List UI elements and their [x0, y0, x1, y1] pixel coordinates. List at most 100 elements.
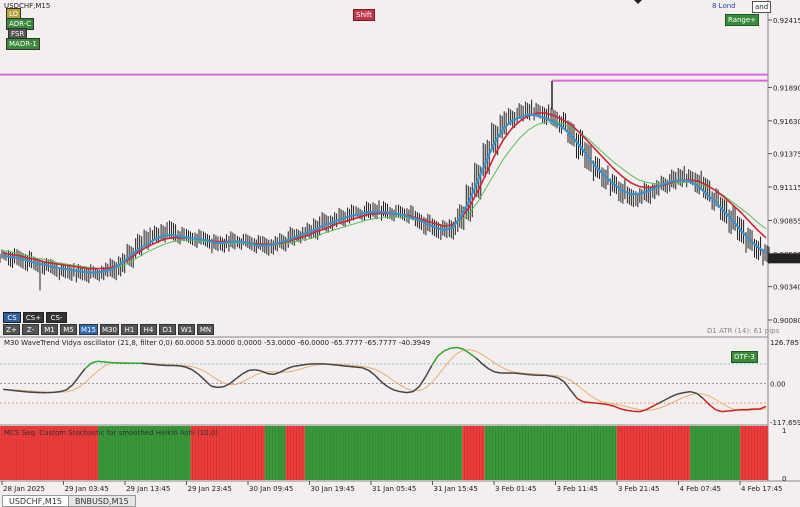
price-tick-label: 0.90855 [773, 217, 800, 225]
osc-main-segment [400, 390, 407, 394]
time-tick-label: 31 Jan 15:45 [434, 485, 478, 493]
osc-main-segment [15, 389, 22, 393]
oscillator-tick-label: -117.6591 [770, 419, 800, 427]
price-tick-label: 0.91115 [773, 184, 800, 192]
osc-main-segment [248, 369, 256, 372]
time-tick-label: 3 Feb 01:45 [495, 485, 536, 493]
price-tick-label: 0.90080 [773, 317, 800, 325]
osc-main-segment [526, 373, 533, 376]
osc-main-segment [601, 403, 609, 406]
osc-main-segment [217, 386, 224, 389]
osc-main-segment [53, 390, 60, 394]
osc-main-segment [299, 363, 306, 367]
time-tick-label: 3 Feb 21:45 [618, 485, 659, 493]
time-tick-label: 30 Jan 09:45 [249, 485, 293, 493]
cs-button-1[interactable]: CS+ [23, 312, 44, 323]
osc-main-segment [154, 363, 161, 366]
timeframe-button-z+[interactable]: Z+ [3, 324, 20, 335]
osc-main-segment [728, 409, 735, 412]
osc-main-segment [2, 388, 10, 391]
chart-tab-1[interactable]: BNBUSD,M15 [68, 495, 136, 507]
osc-main-segment [683, 390, 691, 394]
timeframe-button-mn[interactable]: MN [197, 324, 214, 335]
chart-shift-marker-icon[interactable] [634, 0, 642, 4]
osc-main-segment [494, 371, 502, 374]
cs-button-2[interactable]: CS- [46, 312, 67, 323]
osc-main-segment [589, 401, 596, 404]
osc-main-segment [330, 363, 338, 366]
osc-main-segment [343, 365, 350, 368]
oscillator-tick-label: 0.00 [770, 380, 786, 388]
time-tick-label: 29 Jan 23:45 [188, 485, 232, 493]
osc-main-segment [519, 372, 527, 376]
osc-main-segment [337, 364, 344, 367]
corner-label: and [752, 1, 772, 13]
oscillator-badge: OTF-3 [731, 351, 758, 363]
price-tick-label: 0.90340 [773, 284, 800, 292]
oscillator-title: M30 WaveTrend Vidya oscillator (21,8, fi… [4, 339, 431, 347]
time-tick-label: 30 Jan 19:45 [311, 485, 355, 493]
price-tick-label: 0.91375 [773, 151, 800, 159]
timeframe-button-m30[interactable]: M30 [100, 324, 119, 335]
osc-main-segment [747, 408, 754, 411]
london-label: 8 Lond [712, 2, 736, 10]
osc-main-segment [450, 346, 458, 349]
time-tick-label: 4 Feb 17:45 [741, 485, 782, 493]
price-tick-label: 0.91890 [773, 84, 800, 92]
timeframe-button-w1[interactable]: W1 [178, 324, 195, 335]
osc-main-segment [305, 363, 313, 366]
histogram-tick-label: 0 [782, 475, 786, 483]
osc-main-segment [97, 360, 104, 363]
range-label: Range+ [725, 14, 760, 26]
osc-main-segment [513, 372, 521, 375]
timeframe-button-m15[interactable]: M15 [79, 324, 98, 335]
chart-tab-0[interactable]: USDCHF,M15 [2, 495, 69, 507]
current-price-marker [768, 253, 800, 264]
osc-main-segment [406, 390, 413, 394]
osc-main-segment [103, 361, 111, 364]
time-tick-label: 4 Feb 07:45 [680, 485, 721, 493]
histogram-tick-label: 1 [782, 427, 786, 435]
time-tick-label: 31 Jan 05:45 [372, 485, 416, 493]
osc-main-segment [21, 390, 29, 393]
osc-main-segment [324, 363, 331, 366]
oscillator-panel[interactable] [0, 337, 768, 425]
shift-label: Shift [353, 9, 375, 21]
histogram-segment-green [264, 426, 286, 480]
osc-main-segment [267, 372, 275, 376]
price-tick-label: 0.92415 [773, 17, 800, 25]
timeframe-button-z-[interactable]: Z- [22, 324, 39, 335]
chart-window[interactable]: 0.92415 0.91890 0.91630 0.91375 0.91115 0.908… [0, 0, 800, 507]
osc-main-segment [734, 408, 741, 412]
price-tick-label: 0.91630 [773, 118, 800, 126]
atr-label: D1 ATR (14): 61 pips [707, 327, 780, 335]
osc-main-segment [721, 410, 729, 413]
time-tick-label: 29 Jan 13:45 [126, 485, 170, 493]
cs-button-0[interactable]: CS [3, 312, 21, 323]
timeframe-button-m1[interactable]: M1 [41, 324, 58, 335]
price-axis-area [768, 0, 800, 481]
osc-main-segment [9, 389, 16, 392]
osc-main-segment [292, 364, 300, 368]
histogram-title: MCS Seq. Custom Stochastic for smoothed … [4, 429, 219, 437]
time-tick-label: 3 Feb 11:45 [557, 485, 598, 493]
osc-main-segment [141, 362, 149, 365]
timeframe-button-d1[interactable]: D1 [159, 324, 176, 335]
time-tick-label: 28 Jan 2025 [3, 485, 45, 493]
histogram-segment-red [285, 426, 305, 480]
indicator-label-3: MADR-1 [6, 38, 40, 50]
histogram-segment-green [690, 426, 741, 480]
timeframe-button-h1[interactable]: H1 [121, 324, 138, 335]
oscillator-tick-label: 126.7857 [770, 339, 800, 347]
osc-main-segment [545, 374, 552, 378]
osc-main-segment [627, 409, 634, 413]
osc-main-segment [356, 366, 363, 369]
timeframe-button-h4[interactable]: H4 [140, 324, 157, 335]
price-panel[interactable] [0, 0, 768, 337]
time-tick-label: 29 Jan 03:45 [65, 485, 109, 493]
osc-main-segment [583, 401, 590, 404]
osc-main-segment [147, 363, 155, 366]
osc-main-segment [349, 365, 357, 368]
timeframe-button-m5[interactable]: M5 [60, 324, 77, 335]
osc-main-segment [595, 402, 603, 405]
